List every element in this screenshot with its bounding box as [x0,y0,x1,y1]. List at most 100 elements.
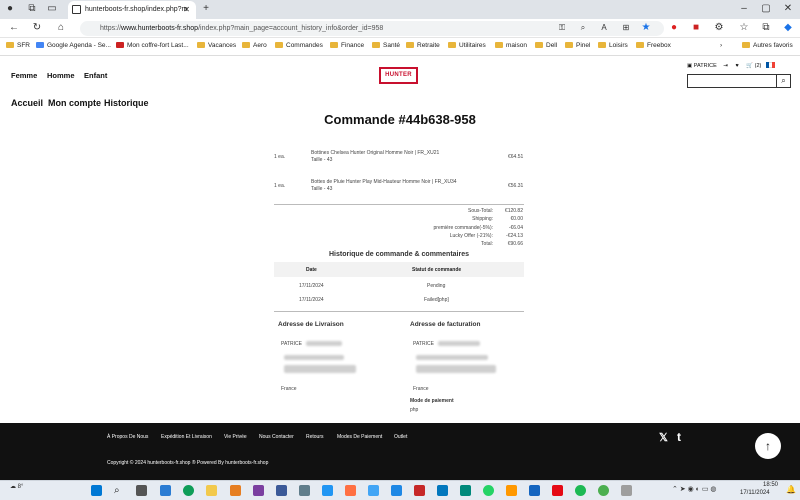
footer-link-expedition[interactable]: Expédition Et Livraison [161,434,212,440]
copilot-icon[interactable]: ◆ [782,22,794,34]
app-icon[interactable] [345,485,356,496]
close-tab-icon[interactable]: ✕ [183,1,190,18]
bookmark-autres-favoris[interactable]: Autres favoris [742,42,793,49]
item-name[interactable]: Bottines Chelsea Hunter Original Homme N… [311,150,439,156]
app-icon[interactable] [529,485,540,496]
favorites-bar-icon[interactable]: ☆ [738,22,750,34]
account-name[interactable]: PATRICE [694,63,717,69]
app-icon[interactable] [160,485,171,496]
chevron-right-icon[interactable]: › [720,42,722,49]
app-icon[interactable] [621,485,632,496]
wishlist-heart-icon[interactable]: ♥ [735,63,738,69]
item-name[interactable]: Bottes de Pluie Hunter Play Mid-Hauteur … [311,179,457,185]
onedrive-icon[interactable] [368,485,379,496]
spotify-icon[interactable] [575,485,586,496]
breadcrumb-mon-compte[interactable]: Mon compte [48,98,101,108]
app-icon[interactable] [276,485,287,496]
bookmark-sante[interactable]: Santé [372,42,400,49]
onenote-icon[interactable] [253,485,264,496]
app-icon[interactable] [230,485,241,496]
new-tab-icon[interactable]: + [200,3,212,15]
app-icon[interactable] [437,485,448,496]
address-toolbar: ← ↻ ⌂ https://www.hunterboots-fr.shop/in… [0,19,800,38]
footer-link-vie-privee[interactable]: Vie Privée [224,434,247,440]
app-icon[interactable] [598,485,609,496]
flag-fr-icon[interactable] [765,62,775,69]
footer-link-outlet[interactable]: Outlet [394,434,407,440]
bookmark-dell[interactable]: Dell [535,42,557,49]
app-icon[interactable] [322,485,333,496]
password-key-icon[interactable]: ⚿ [556,22,568,34]
zoom-icon[interactable]: ⌕ [577,22,589,34]
bookmark-label: Google Agenda - Se... [47,42,111,49]
whatsapp-icon[interactable] [483,485,494,496]
breadcrumb-historique[interactable]: Historique [104,98,149,108]
tumblr-icon[interactable]: t [677,430,681,444]
task-view-icon[interactable] [136,485,147,496]
cart-icon[interactable]: 🛒 [746,63,753,69]
bookmark-sfr[interactable]: SFR [6,42,30,49]
back-icon[interactable]: ← [8,22,20,34]
clock[interactable]: 18:50 [752,482,778,488]
workspaces-icon[interactable]: ⧉ [26,3,38,15]
minimize-icon[interactable]: – [738,3,750,15]
bookmark-maison[interactable]: maison [495,42,527,49]
system-tray-icons[interactable]: ⌃ ➤ ◉ ◐ ▭ ◍ [672,485,717,493]
bookmark-loisirs[interactable]: Loisirs [598,42,628,49]
nav-enfant[interactable]: Enfant [84,71,107,80]
bookmark-finance[interactable]: Finance [330,42,364,49]
notifications-icon[interactable]: 🔔 [786,485,796,494]
bookmark-aero[interactable]: Aero [242,42,267,49]
extension-red-icon[interactable]: ● [668,22,680,34]
app-icon[interactable] [299,485,310,496]
app-available-icon[interactable]: ⊞ [620,22,632,34]
tab-actions-icon[interactable]: ▭ [46,3,58,15]
profile-icon[interactable]: ● [4,3,16,15]
extension-lastpass-icon[interactable]: ■ [690,22,702,34]
search-icon[interactable]: ⌕ [776,74,791,88]
app-icon[interactable] [414,485,425,496]
redacted-text [284,355,344,360]
start-icon[interactable] [91,485,102,496]
breadcrumb-accueil[interactable]: Accueil [11,98,43,108]
logout-icon[interactable]: ⇥ [723,63,728,69]
app-icon[interactable] [460,485,471,496]
nav-homme[interactable]: Homme [47,71,75,80]
file-explorer-icon[interactable] [206,485,217,496]
read-aloud-icon[interactable]: A [598,22,610,34]
redacted-text [306,341,342,346]
footer-link-contact[interactable]: Nous Contacter [259,434,294,440]
cart-count[interactable]: (2) [755,63,762,69]
collections-icon[interactable]: ⧉ [760,22,772,34]
favorite-star-icon[interactable]: ★ [640,22,652,34]
bookmark-freebox[interactable]: Freebox [636,42,671,49]
footer-link-paiement[interactable]: Modes De Paiement [337,434,382,440]
window-close-icon[interactable]: ✕ [782,3,794,15]
nav-femme[interactable]: Femme [11,71,37,80]
browser-tab[interactable]: hunterboots-fr.shop/index.php?m ✕ [68,1,196,19]
bookmark-commandes[interactable]: Commandes [275,42,323,49]
footer-link-retours[interactable]: Retours [306,434,324,440]
bookmark-retraite[interactable]: Retraite [406,42,440,49]
user-icon[interactable]: ▣ [687,63,692,69]
bookmark-pinel[interactable]: Pinel [565,42,590,49]
search-icon[interactable]: ⌕ [114,485,125,496]
bookmark-vacances[interactable]: Vacances [197,42,236,49]
maximize-icon[interactable]: ▢ [760,3,772,15]
scroll-to-top-button[interactable]: ↑ [755,433,781,459]
app-icon[interactable] [506,485,517,496]
bookmark-utilitaires[interactable]: Utilitaires [448,42,486,49]
extensions-icon[interactable]: ⚙ [713,22,725,34]
home-icon[interactable]: ⌂ [55,22,67,34]
bookmark-google-agenda[interactable]: Google Agenda - Se... [36,42,111,49]
site-search-input[interactable] [687,74,777,88]
bookmark-lastpass[interactable]: Mon coffre-fort Last... [116,42,189,49]
netflix-icon[interactable] [552,485,563,496]
weather-widget[interactable]: ☁ 8° [10,483,23,490]
app-icon[interactable] [391,485,402,496]
refresh-icon[interactable]: ↻ [31,22,43,34]
footer-link-a-propos[interactable]: À Propos De Nous [107,434,148,440]
hunter-logo[interactable]: HUNTER [379,67,418,84]
edge-icon[interactable] [183,485,194,496]
twitter-icon[interactable]: 𝕏 [659,431,668,444]
